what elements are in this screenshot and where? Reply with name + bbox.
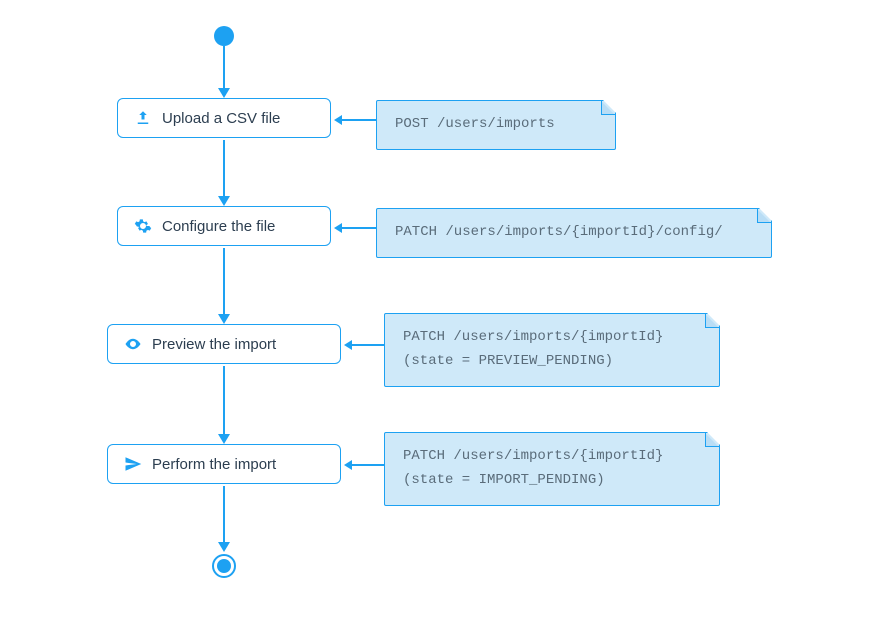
eye-icon bbox=[124, 335, 142, 353]
note-line: PATCH /users/imports/{importId} bbox=[403, 326, 701, 350]
note-pointer-tail bbox=[334, 223, 342, 233]
arrow-down-icon bbox=[218, 314, 230, 324]
step-label: Configure the file bbox=[162, 218, 275, 235]
api-note: PATCH /users/imports/{importId} (state =… bbox=[384, 432, 720, 506]
connector bbox=[223, 140, 225, 198]
note-line: (state = IMPORT_PENDING) bbox=[403, 469, 701, 493]
upload-icon bbox=[134, 109, 152, 127]
note-pointer-tail bbox=[344, 340, 352, 350]
connector bbox=[223, 366, 225, 436]
step-label: Preview the import bbox=[152, 336, 276, 353]
arrow-down-icon bbox=[218, 542, 230, 552]
flow-diagram: Upload a CSV file POST /users/imports Co… bbox=[0, 0, 892, 626]
note-pointer-tail bbox=[344, 460, 352, 470]
step-perform: Perform the import bbox=[107, 444, 341, 484]
start-node bbox=[214, 26, 234, 46]
step-configure: Configure the file bbox=[117, 206, 331, 246]
arrow-down-icon bbox=[218, 434, 230, 444]
note-line: (state = PREVIEW_PENDING) bbox=[403, 350, 701, 374]
arrow-down-icon bbox=[218, 88, 230, 98]
note-pointer bbox=[342, 119, 376, 121]
step-upload: Upload a CSV file bbox=[117, 98, 331, 138]
note-pointer bbox=[352, 344, 384, 346]
api-note: POST /users/imports bbox=[376, 100, 616, 150]
end-node-inner bbox=[217, 559, 231, 573]
arrow-down-icon bbox=[218, 196, 230, 206]
step-label: Perform the import bbox=[152, 456, 276, 473]
step-preview: Preview the import bbox=[107, 324, 341, 364]
connector bbox=[223, 486, 225, 544]
note-pointer bbox=[342, 227, 376, 229]
connector bbox=[223, 46, 225, 90]
note-line: PATCH /users/imports/{importId}/config/ bbox=[395, 221, 753, 245]
api-note: PATCH /users/imports/{importId} (state =… bbox=[384, 313, 720, 387]
note-pointer bbox=[352, 464, 384, 466]
note-line: POST /users/imports bbox=[395, 113, 597, 137]
connector bbox=[223, 248, 225, 316]
note-line: PATCH /users/imports/{importId} bbox=[403, 445, 701, 469]
gear-icon bbox=[134, 217, 152, 235]
note-pointer-tail bbox=[334, 115, 342, 125]
step-label: Upload a CSV file bbox=[162, 110, 280, 127]
end-node bbox=[212, 554, 236, 578]
send-icon bbox=[124, 455, 142, 473]
api-note: PATCH /users/imports/{importId}/config/ bbox=[376, 208, 772, 258]
